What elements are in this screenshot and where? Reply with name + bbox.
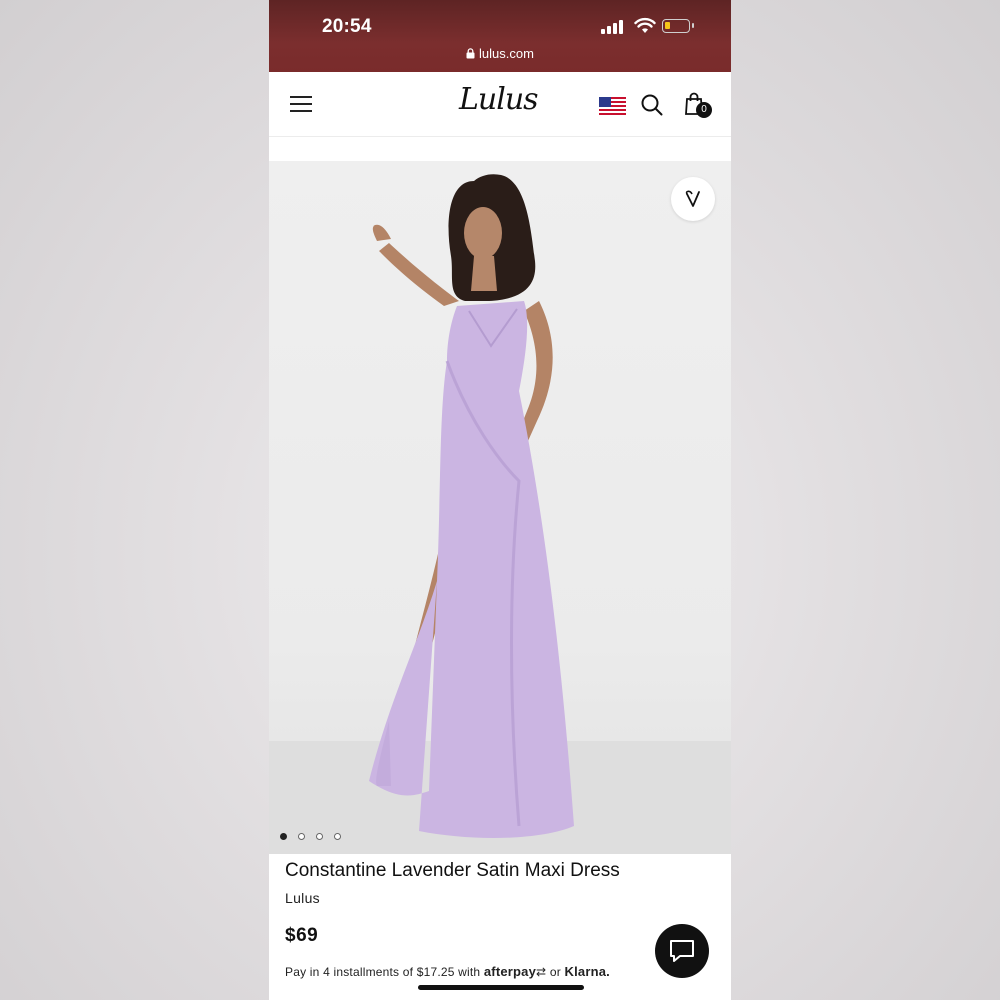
address-bar[interactable]: lulus.com <box>269 46 731 61</box>
chat-bubble-icon <box>670 940 694 962</box>
klarna-logo: Klarna. <box>564 964 610 979</box>
product-price: $69 <box>285 925 319 946</box>
product-title: Constantine Lavender Satin Maxi Dress <box>285 860 620 881</box>
model-in-dress-illustration <box>369 174 574 838</box>
cellular-signal-icon <box>601 20 623 34</box>
search-icon[interactable] <box>641 94 663 116</box>
wifi-icon <box>634 17 656 33</box>
heart-check-icon <box>685 190 700 207</box>
carousel-dot[interactable] <box>316 833 323 840</box>
status-time: 20:54 <box>322 16 372 37</box>
lulus-logo[interactable]: Lulus <box>459 82 539 117</box>
site-header: Lulus 0 <box>269 72 731 137</box>
afterpay-logo: afterpay <box>483 964 537 979</box>
us-flag-icon[interactable] <box>599 97 626 117</box>
home-indicator[interactable] <box>418 985 584 990</box>
product-brand[interactable]: Lulus <box>285 890 320 906</box>
carousel-dot[interactable] <box>298 833 305 840</box>
phone-screen: 20:54 lulus.com Lulus 0 Constantine Lave… <box>269 0 731 1000</box>
url-text: lulus.com <box>479 46 534 61</box>
status-bar: 20:54 lulus.com <box>269 0 731 72</box>
installments-text: Pay in 4 installments of $17.25 with <box>285 965 481 979</box>
chat-button[interactable] <box>655 924 709 978</box>
product-image[interactable] <box>269 161 731 854</box>
battery-icon <box>662 19 694 33</box>
installments-info[interactable]: Pay in 4 installments of $17.25 with aft… <box>285 964 610 979</box>
or-text: or <box>549 965 561 979</box>
wishlist-button[interactable] <box>671 177 715 221</box>
carousel-dot[interactable] <box>334 833 341 840</box>
cart-count-badge: 0 <box>696 102 712 118</box>
lock-icon <box>466 48 475 59</box>
carousel-dots[interactable] <box>280 833 341 840</box>
afterpay-icon: ⇄ <box>536 965 547 979</box>
hamburger-menu-icon[interactable] <box>290 96 312 112</box>
carousel-dot[interactable] <box>280 833 287 840</box>
